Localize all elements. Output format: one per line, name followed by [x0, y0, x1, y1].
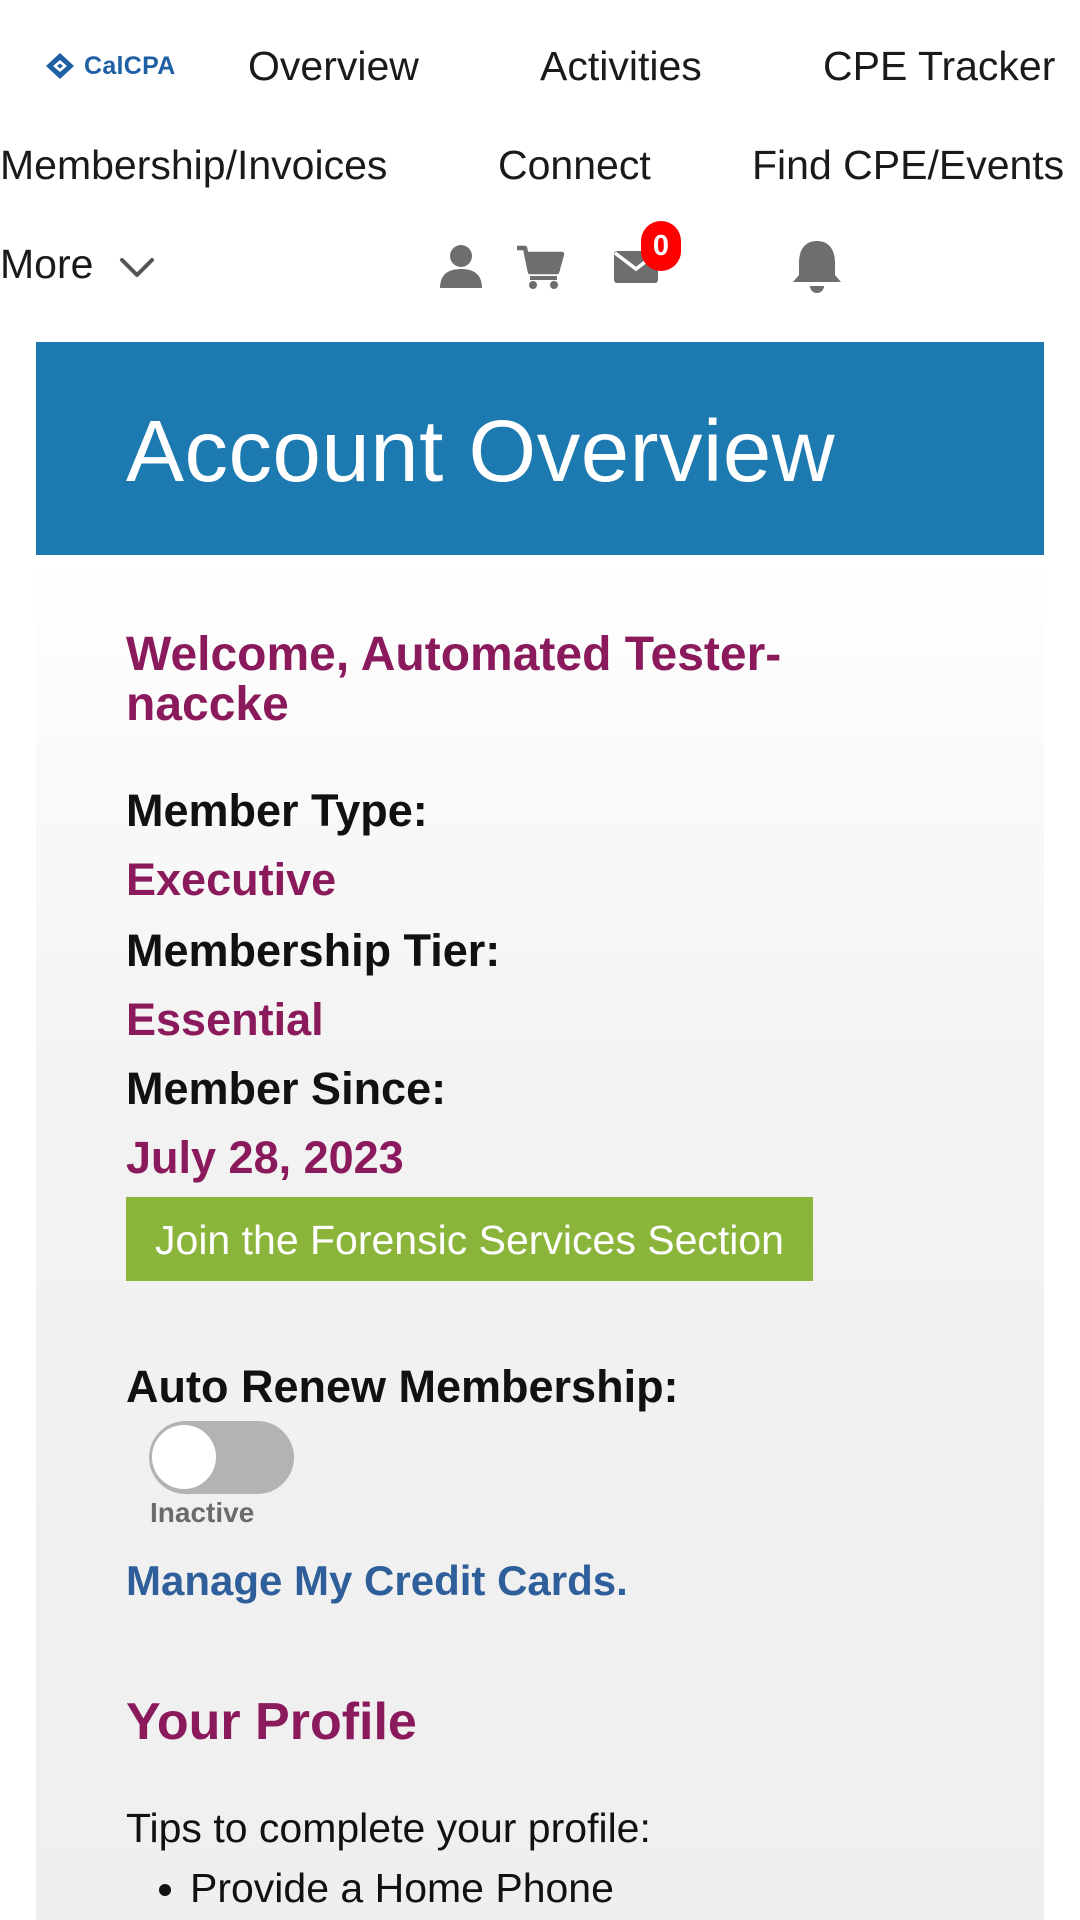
welcome-heading: Welcome, Automated Tester-naccke — [126, 628, 782, 731]
account-overview-card: Welcome, Automated Tester-naccke Member … — [36, 555, 1044, 1920]
profile-tips-intro: Tips to complete your profile: — [126, 1805, 651, 1851]
more-menu-button[interactable]: More — [0, 224, 155, 304]
join-forensic-services-button[interactable]: Join the Forensic Services Section — [126, 1197, 813, 1281]
nav-link-cpe-tracker[interactable]: CPE Tracker — [823, 26, 1055, 106]
list-item: Provide a Home Phone — [190, 1860, 614, 1916]
member-since-label: Member Since: — [126, 1063, 447, 1114]
your-profile-heading: Your Profile — [126, 1693, 417, 1751]
membership-tier-value: Essential — [126, 994, 324, 1045]
calcpa-logo-icon — [46, 53, 74, 79]
manage-credit-cards-link[interactable]: Manage My Credit Cards. — [126, 1557, 628, 1605]
nav-link-connect[interactable]: Connect — [498, 125, 651, 205]
auto-renew-toggle[interactable] — [149, 1421, 294, 1494]
nav-link-find-cpe-events[interactable]: Find CPE/Events — [752, 125, 1064, 205]
messages-button[interactable]: 0 — [608, 221, 681, 294]
user-account-button[interactable] — [433, 238, 489, 294]
cart-button[interactable] — [512, 238, 568, 294]
toggle-knob — [152, 1425, 216, 1489]
calcpa-logo[interactable]: CalCPA — [44, 48, 176, 84]
member-since-value: July 28, 2023 — [126, 1132, 404, 1183]
page-title: Account Overview — [126, 403, 836, 500]
notifications-button[interactable] — [789, 238, 845, 294]
member-type-value: Executive — [126, 854, 337, 905]
nav-link-overview[interactable]: Overview — [248, 26, 419, 106]
chevron-down-icon — [120, 258, 155, 277]
user-icon — [440, 245, 482, 288]
nav-link-membership-invoices[interactable]: Membership/Invoices — [0, 125, 387, 205]
profile-tips-list: Provide a Home Phone — [126, 1860, 614, 1916]
nav-row-secondary: Membership/Invoices Connect Find CPE/Eve… — [0, 125, 1080, 205]
mail-count-badge: 0 — [641, 221, 681, 271]
auto-renew-status: Inactive — [150, 1497, 255, 1528]
top-navigation: CalCPA Overview Activities CPE Tracker M… — [0, 0, 1080, 342]
cart-icon — [517, 245, 565, 289]
member-type-label: Member Type: — [126, 785, 428, 836]
more-label: More — [0, 241, 94, 287]
page-header-banner: Account Overview — [36, 342, 1044, 555]
bell-icon — [793, 241, 841, 293]
nav-row-primary: CalCPA Overview Activities CPE Tracker — [0, 26, 1080, 106]
membership-tier-label: Membership Tier: — [126, 925, 501, 976]
auto-renew-label: Auto Renew Membership: — [126, 1361, 679, 1412]
logo-text: CalCPA — [84, 51, 176, 80]
nav-link-activities[interactable]: Activities — [540, 26, 702, 106]
nav-row-utility: More 0 — [0, 221, 1080, 304]
